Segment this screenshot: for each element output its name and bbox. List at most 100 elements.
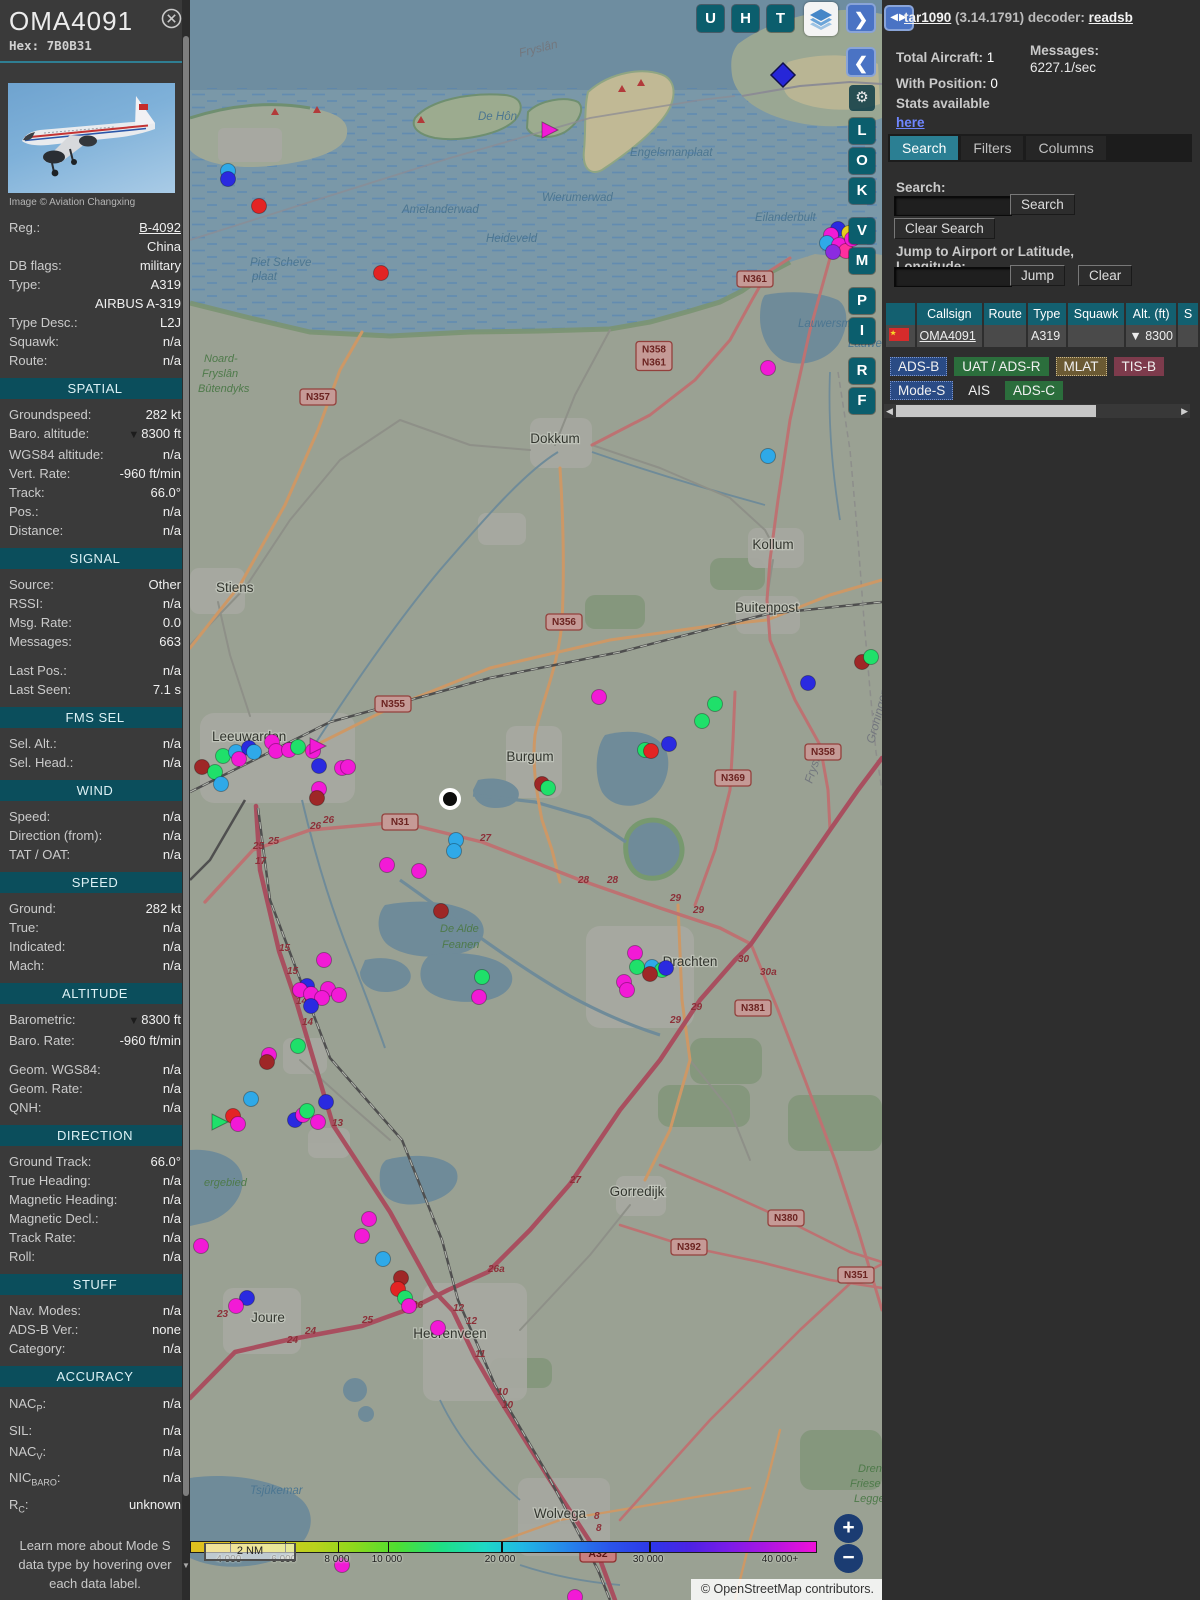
speed-cell[interactable]: [1178, 325, 1198, 347]
map-button-K[interactable]: K: [849, 178, 875, 204]
hscroll-thumb[interactable]: [896, 405, 1096, 417]
aircraft-dot[interactable]: [446, 843, 462, 859]
aircraft-dot[interactable]: [290, 739, 306, 755]
aircraft-dot[interactable]: [220, 171, 236, 187]
scrollbar-thumb[interactable]: [183, 36, 189, 1496]
aircraft-dot[interactable]: [567, 1589, 583, 1600]
squawk-cell[interactable]: [1067, 325, 1125, 347]
aircraft-dot[interactable]: [401, 1298, 417, 1314]
aircraft-dot[interactable]: [642, 966, 658, 982]
badge-adsc[interactable]: ADS-C: [1005, 381, 1064, 400]
scroll-right-icon[interactable]: ▶: [1181, 404, 1188, 418]
aircraft-dot[interactable]: [707, 696, 723, 712]
close-icon[interactable]: [161, 8, 182, 29]
aircraft-dot[interactable]: [259, 1054, 275, 1070]
aircraft-dot[interactable]: [591, 689, 607, 705]
aircraft-dot[interactable]: [760, 448, 776, 464]
aircraft-dot[interactable]: [430, 1320, 446, 1336]
map-button-M[interactable]: M: [849, 248, 875, 274]
jump-button[interactable]: Jump: [1010, 265, 1066, 286]
map-button-V[interactable]: V: [849, 218, 875, 244]
china-flag-icon[interactable]: [886, 325, 915, 347]
map-attribution[interactable]: © OpenStreetMap contributors.: [690, 1579, 882, 1600]
search-input[interactable]: [894, 196, 1012, 216]
aircraft-dot[interactable]: [379, 857, 395, 873]
column-header[interactable]: S: [1178, 303, 1198, 325]
aircraft-dot[interactable]: [311, 758, 327, 774]
aircraft-dot[interactable]: [316, 952, 332, 968]
aircraft-dot[interactable]: [661, 736, 677, 752]
aircraft-dot[interactable]: [411, 863, 427, 879]
aircraft-dot[interactable]: [627, 945, 643, 961]
map-button-L[interactable]: L: [849, 118, 875, 144]
column-header[interactable]: Callsign: [916, 303, 983, 325]
aircraft-dot[interactable]: [331, 987, 347, 1003]
aircraft-dot[interactable]: [863, 649, 879, 665]
scroll-left-icon[interactable]: ◀: [886, 404, 893, 418]
aircraft-table-row[interactable]: OMA4091 A319 ▼ 8300: [886, 325, 1198, 347]
aircraft-dot[interactable]: [373, 265, 389, 281]
clear-search-button[interactable]: Clear Search: [894, 218, 995, 239]
aircraft-dot[interactable]: [619, 982, 635, 998]
map-button-F[interactable]: F: [849, 388, 875, 414]
tab-search[interactable]: Search: [890, 136, 959, 160]
map-button-H[interactable]: H: [732, 5, 759, 32]
aircraft-dot[interactable]: [230, 1116, 246, 1132]
aircraft-dot[interactable]: [643, 743, 659, 759]
aircraft-dot[interactable]: [299, 1103, 315, 1119]
aircraft-dot[interactable]: [433, 903, 449, 919]
search-button[interactable]: Search: [1010, 194, 1075, 215]
aircraft-dot[interactable]: [310, 1114, 326, 1130]
aircraft-dot[interactable]: [246, 744, 262, 760]
aircraft-dot[interactable]: [303, 998, 319, 1014]
tab-columns[interactable]: Columns: [1026, 136, 1106, 160]
altitude-cell[interactable]: ▼ 8300: [1126, 325, 1177, 347]
aircraft-dot[interactable]: [474, 969, 490, 985]
selected-position-marker[interactable]: [439, 788, 461, 810]
sidebar-scrollbar[interactable]: ▼: [182, 0, 190, 1600]
aircraft-dot[interactable]: [361, 1211, 377, 1227]
badge-modes[interactable]: Mode-S: [890, 381, 954, 400]
zoom-in-button[interactable]: +: [834, 1514, 863, 1543]
tab-filters[interactable]: Filters: [961, 136, 1024, 160]
map-button-U[interactable]: U: [697, 5, 724, 32]
column-header[interactable]: Alt. (ft): [1126, 303, 1177, 325]
badge-tisb[interactable]: TIS-B: [1113, 357, 1165, 376]
table-horizontal-scrollbar[interactable]: ◀ ▶: [884, 404, 1190, 418]
jump-clear-button[interactable]: Clear: [1078, 265, 1133, 286]
aircraft-dot[interactable]: [318, 1094, 334, 1110]
collapse-panel-button[interactable]: ❮: [846, 47, 876, 77]
callsign-cell[interactable]: OMA4091: [916, 325, 983, 347]
readsb-link[interactable]: readsb: [1089, 10, 1133, 25]
layers-button[interactable]: [804, 2, 838, 36]
aircraft-dot[interactable]: [243, 1091, 259, 1107]
aircraft-dot[interactable]: [694, 713, 710, 729]
aircraft-dot[interactable]: [213, 776, 229, 792]
aircraft-dot[interactable]: [228, 1298, 244, 1314]
route-cell[interactable]: [984, 325, 1026, 347]
map[interactable]: Fryslân De Hôn Engelsmanplaat Amelanderwad W…: [190, 0, 882, 1600]
badge-mlat[interactable]: MLAT: [1055, 357, 1107, 376]
column-header[interactable]: Squawk: [1067, 303, 1125, 325]
jump-input[interactable]: [894, 267, 1012, 287]
aircraft-dot[interactable]: [471, 989, 487, 1005]
map-button-O[interactable]: O: [849, 148, 875, 174]
aircraft-dot[interactable]: [658, 960, 674, 976]
column-header[interactable]: [886, 303, 915, 325]
column-header[interactable]: Route: [984, 303, 1026, 325]
tar1090-link[interactable]: tar1090: [904, 10, 951, 25]
field-value[interactable]: B-4092: [139, 218, 181, 237]
map-button-I[interactable]: I: [849, 318, 875, 344]
aircraft-dot[interactable]: [540, 780, 556, 796]
aircraft-dot[interactable]: [375, 1251, 391, 1267]
aircraft-dot[interactable]: [193, 1238, 209, 1254]
badge-uat[interactable]: UAT / ADS-R: [954, 357, 1049, 376]
badge-ais[interactable]: AIS: [960, 381, 998, 400]
aircraft-dot[interactable]: [290, 1038, 306, 1054]
aircraft-dot[interactable]: [309, 790, 325, 806]
aircraft-dot[interactable]: [825, 244, 841, 260]
expand-panel-button[interactable]: ❯: [846, 3, 876, 33]
map-canvas[interactable]: Fryslân De Hôn Engelsmanplaat Amelanderwad W…: [190, 0, 882, 1600]
aircraft-dot[interactable]: [800, 675, 816, 691]
column-header[interactable]: Type: [1027, 303, 1066, 325]
